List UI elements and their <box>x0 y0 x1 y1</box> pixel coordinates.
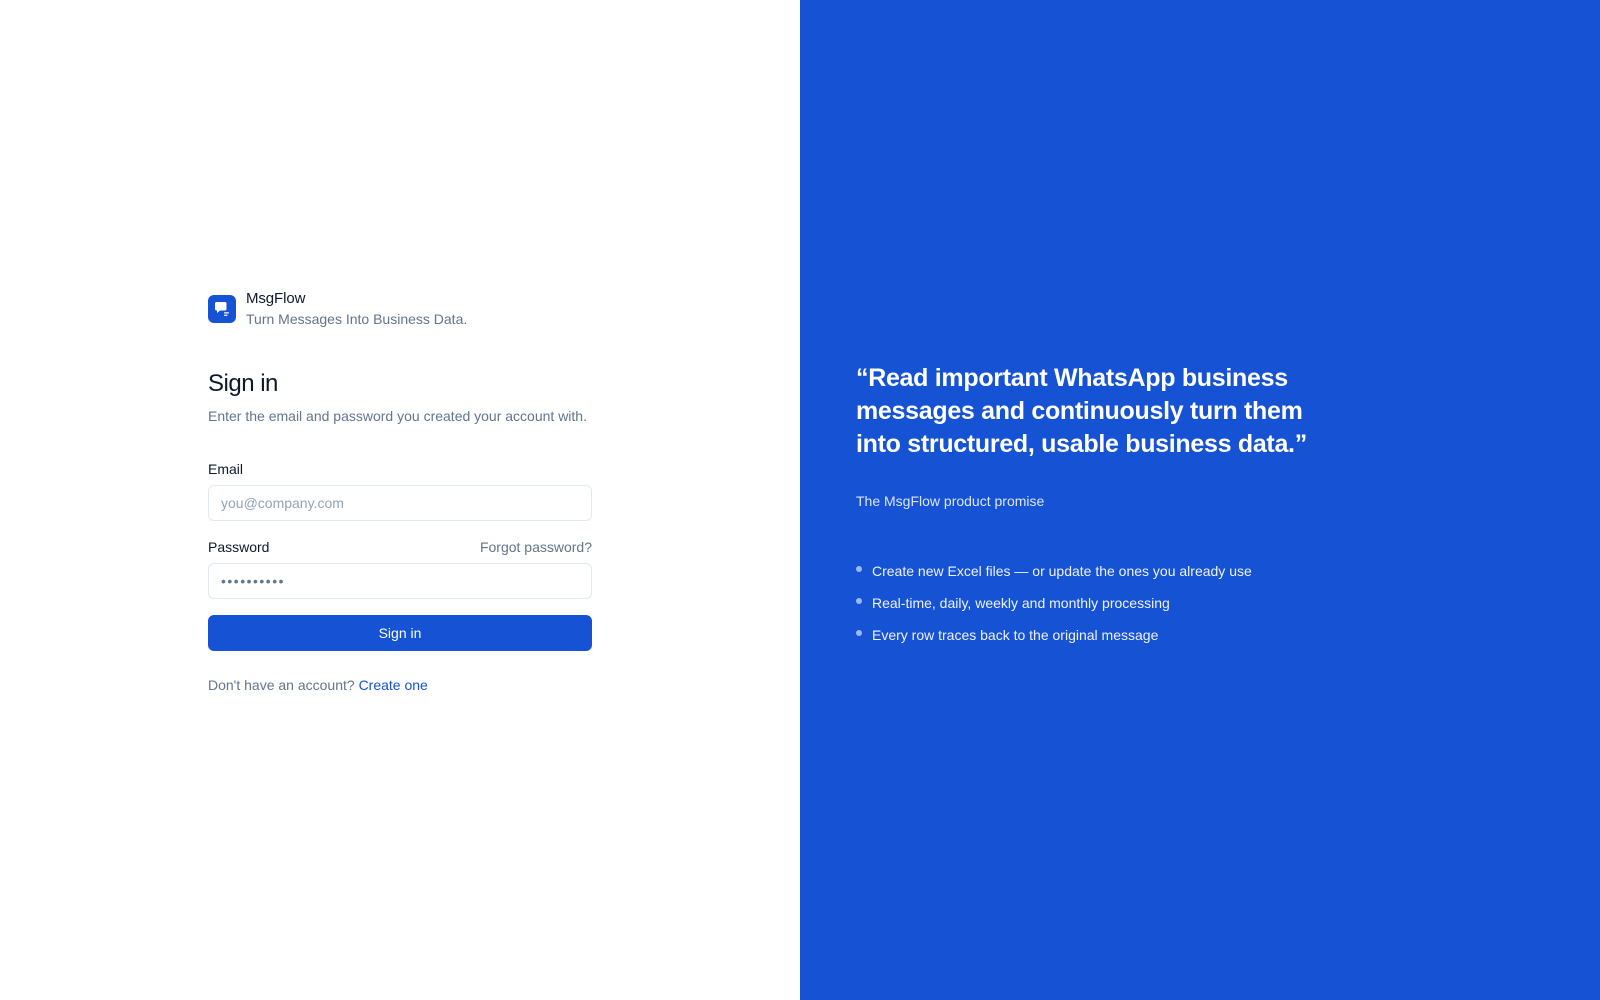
promo-quote: “Read important WhatsApp business messag… <box>856 364 1307 458</box>
feature-item: Create new Excel files — or update the o… <box>856 561 1316 581</box>
brand-header: MsgFlow Turn Messages Into Business Data… <box>208 290 467 329</box>
feature-item: Every row traces back to the original me… <box>856 625 1316 645</box>
email-field[interactable] <box>208 484 592 521</box>
password-label: Password <box>208 538 270 555</box>
feature-list: Create new Excel files — or update the o… <box>856 561 1316 645</box>
page-title: Sign in <box>208 370 278 397</box>
email-label: Email <box>208 460 244 477</box>
promo-panel: “Read important WhatsApp business messag… <box>800 0 1600 1000</box>
forgot-password-link[interactable]: Forgot password? <box>480 539 592 555</box>
sign-in-button[interactable]: Sign in <box>208 614 592 651</box>
password-group: Password Forgot password? <box>208 537 592 599</box>
signin-form: Sign in Enter the email and password you… <box>208 368 592 693</box>
signin-panel: MsgFlow Turn Messages Into Business Data… <box>0 0 800 1000</box>
login-page: MsgFlow Turn Messages Into Business Data… <box>0 0 1600 1000</box>
dot-icon <box>856 598 862 604</box>
promo-caption: The MsgFlow product promise <box>856 493 1045 509</box>
chat-bubble-icon <box>208 295 236 323</box>
brand-name: MsgFlow <box>246 290 306 307</box>
password-field[interactable] <box>208 562 592 599</box>
promo-content: “Read important WhatsApp business messag… <box>856 362 1316 657</box>
feature-text: Every row traces back to the original me… <box>872 627 1159 643</box>
signup-prompt: Don't have an account? <box>208 676 355 693</box>
page-subtitle: Enter the email and password you created… <box>208 408 587 424</box>
signup-row: Don't have an account? Create one <box>208 677 592 693</box>
create-account-link[interactable]: Create one <box>359 677 428 693</box>
feature-text: Create new Excel files — or update the o… <box>872 563 1252 579</box>
email-group: Email <box>208 459 592 521</box>
feature-item: Real-time, daily, weekly and monthly pro… <box>856 593 1316 613</box>
feature-text: Real-time, daily, weekly and monthly pro… <box>872 595 1170 611</box>
brand-tagline: Turn Messages Into Business Data. <box>246 311 468 327</box>
dot-icon <box>856 566 862 572</box>
dot-icon <box>856 630 862 636</box>
